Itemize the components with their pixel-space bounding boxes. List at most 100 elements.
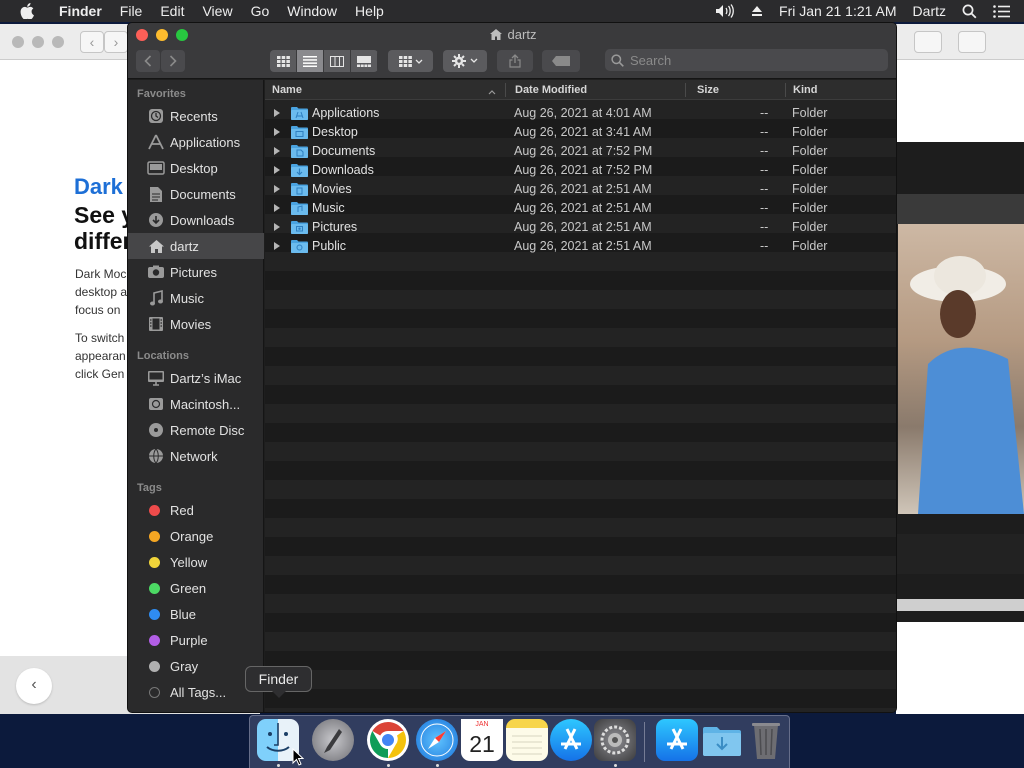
app-store-icon[interactable] (550, 719, 592, 761)
search-field[interactable] (605, 49, 888, 71)
column-divider[interactable] (505, 83, 506, 97)
table-row[interactable]: Public Aug 26, 2021 at 2:51 AM -- Folder (265, 237, 896, 256)
table-row[interactable]: Applications Aug 26, 2021 at 4:01 AM -- … (265, 104, 896, 123)
volume-icon[interactable] (707, 4, 743, 18)
gallery-view-button[interactable] (351, 50, 378, 72)
file-date: Aug 26, 2021 at 2:51 AM (514, 239, 652, 253)
menu-go[interactable]: Go (242, 0, 279, 22)
sidebar-tag-green[interactable]: Green (128, 575, 264, 601)
bg-zoom-dot[interactable] (52, 36, 64, 48)
sidebar-item-imac[interactable]: Dartz’s iMac (128, 365, 264, 391)
sidebar-tag-purple[interactable]: Purple (128, 627, 264, 653)
menu-help[interactable]: Help (346, 0, 393, 22)
menu-edit[interactable]: Edit (151, 0, 193, 22)
notification-center-icon[interactable] (985, 4, 1024, 18)
sidebar-item-recents[interactable]: Recents (128, 103, 264, 129)
eject-icon[interactable] (743, 5, 771, 17)
column-header-date[interactable]: Date Modified (515, 84, 587, 96)
bg-forward-icon[interactable]: › (104, 31, 128, 53)
sidebar-item-movies[interactable]: Movies (128, 311, 264, 337)
sidebar-item-dartz[interactable]: dartz (128, 233, 264, 259)
sidebar-item-documents[interactable]: Documents (128, 181, 264, 207)
sidebar-item-downloads[interactable]: Downloads (128, 207, 264, 233)
sidebar-tag-blue[interactable]: Blue (128, 601, 264, 627)
chevron-left-icon (144, 55, 152, 67)
sidebar-item-network[interactable]: Network (128, 443, 264, 469)
previous-page-button[interactable]: ‹ (16, 668, 52, 704)
list-view-button[interactable] (297, 50, 324, 72)
bg-back-icon[interactable]: ‹ (80, 31, 104, 53)
sidebar-tag-yellow[interactable]: Yellow (128, 549, 264, 575)
search-input[interactable] (630, 52, 870, 68)
table-row[interactable]: Movies Aug 26, 2021 at 2:51 AM -- Folder (265, 180, 896, 199)
sidebar-item-desktop[interactable]: Desktop (128, 155, 264, 181)
share-icon[interactable] (914, 31, 942, 53)
tag-red-dot-icon (149, 504, 160, 516)
system-preferences-icon[interactable] (594, 719, 636, 761)
launchpad-icon[interactable] (312, 719, 354, 761)
apple-menu-icon[interactable] (20, 3, 40, 19)
table-row[interactable]: Music Aug 26, 2021 at 2:51 AM -- Folder (265, 199, 896, 218)
table-row[interactable]: Pictures Aug 26, 2021 at 2:51 AM -- Fold… (265, 218, 896, 237)
background-window-right[interactable] (896, 24, 1024, 714)
menu-view[interactable]: View (193, 0, 241, 22)
table-row[interactable]: Downloads Aug 26, 2021 at 7:52 PM -- Fol… (265, 161, 896, 180)
spotlight-icon[interactable] (954, 4, 985, 19)
finder-window[interactable]: dartz Search Favorites Recents Applicati… (127, 22, 897, 713)
dock-divider (644, 722, 645, 762)
app-store-download-icon[interactable] (656, 719, 698, 761)
file-list[interactable]: Name Date Modified Size Kind Application… (265, 80, 896, 712)
disclosure-triangle-icon[interactable] (274, 185, 280, 193)
file-kind: Folder (792, 106, 828, 120)
file-kind: Folder (792, 163, 828, 177)
back-button[interactable] (136, 50, 160, 72)
column-header-kind[interactable]: Kind (793, 84, 817, 96)
icon-view-button[interactable] (270, 50, 297, 72)
table-row[interactable]: Desktop Aug 26, 2021 at 3:41 AM -- Folde… (265, 123, 896, 142)
sidebar-tag-gray[interactable]: Gray (128, 653, 264, 679)
disclosure-triangle-icon[interactable] (274, 166, 280, 174)
column-divider[interactable] (785, 83, 786, 97)
share-button[interactable] (497, 50, 533, 72)
notes-icon[interactable] (506, 719, 548, 761)
menubar-clock[interactable]: Fri Jan 21 1:21 AM (771, 0, 905, 22)
disclosure-triangle-icon[interactable] (274, 223, 280, 231)
disclosure-triangle-icon[interactable] (274, 147, 280, 155)
sidebar-all-tags[interactable]: All Tags... (128, 679, 264, 705)
calendar-icon[interactable]: JAN 21 (461, 719, 503, 761)
action-menu-button[interactable] (443, 50, 487, 72)
sort-chevron-up-icon[interactable] (488, 86, 496, 98)
forward-button[interactable] (161, 50, 185, 72)
column-divider[interactable] (685, 83, 686, 97)
bg-minimize-dot[interactable] (32, 36, 44, 48)
tabs-icon[interactable] (958, 31, 986, 53)
sidebar-item-label: Desktop (170, 160, 218, 176)
table-row[interactable]: Documents Aug 26, 2021 at 7:52 PM -- Fol… (265, 142, 896, 161)
tags-button[interactable] (542, 50, 580, 72)
disclosure-triangle-icon[interactable] (274, 128, 280, 136)
disclosure-triangle-icon[interactable] (274, 242, 280, 250)
menu-file[interactable]: File (111, 0, 152, 22)
downloads-folder-icon[interactable] (701, 719, 743, 761)
trash-icon[interactable] (745, 719, 787, 761)
chrome-icon[interactable] (367, 719, 409, 761)
gallery-icon (357, 55, 371, 67)
menubar-user[interactable]: Dartz (905, 0, 954, 22)
sidebar-item-macintosh-hd[interactable]: Macintosh... (128, 391, 264, 417)
bg-close-dot[interactable] (12, 36, 24, 48)
column-header-size[interactable]: Size (697, 84, 719, 96)
menu-app-name[interactable]: Finder (50, 0, 111, 22)
sidebar-item-music[interactable]: Music (128, 285, 264, 311)
sidebar-tag-orange[interactable]: Orange (128, 523, 264, 549)
disclosure-triangle-icon[interactable] (274, 109, 280, 117)
sidebar-tag-red[interactable]: Red (128, 497, 264, 523)
menu-window[interactable]: Window (278, 0, 346, 22)
group-by-button[interactable] (388, 50, 433, 72)
safari-icon[interactable] (416, 719, 458, 761)
disclosure-triangle-icon[interactable] (274, 204, 280, 212)
column-view-button[interactable] (324, 50, 351, 72)
sidebar-item-remote-disc[interactable]: Remote Disc (128, 417, 264, 443)
sidebar-item-pictures[interactable]: Pictures (128, 259, 264, 285)
sidebar-item-applications[interactable]: Applications (128, 129, 264, 155)
column-header-name[interactable]: Name (272, 84, 302, 96)
